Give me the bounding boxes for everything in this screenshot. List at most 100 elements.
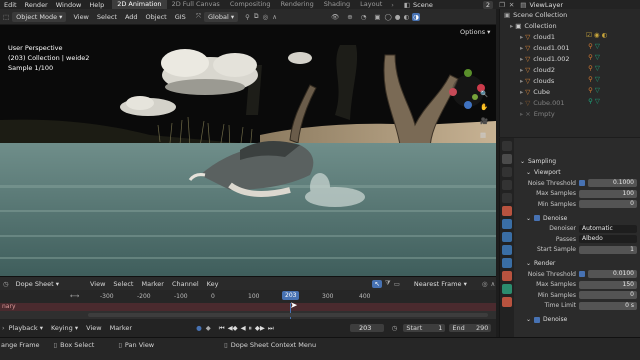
render-min-samples-field[interactable]: 0: [579, 291, 637, 300]
render-noise-threshold-checkbox[interactable]: [579, 271, 585, 278]
filter-icon[interactable]: ⧩: [385, 279, 391, 288]
expand-arrow-icon[interactable]: ▸: [520, 99, 523, 107]
proportional-edit-icon[interactable]: ◎: [263, 13, 269, 21]
dopesheet-menu-select[interactable]: Select: [109, 280, 137, 288]
menu-view[interactable]: View: [69, 13, 92, 21]
render-noise-threshold-field[interactable]: 0.0100: [588, 270, 637, 279]
scene-count-badge[interactable]: 2: [482, 0, 494, 9]
tool-tab-icon[interactable]: [502, 141, 512, 151]
tab-2d-full-canvas[interactable]: 2D Full Canvas: [167, 0, 225, 9]
render-max-samples-field[interactable]: 150: [579, 280, 637, 289]
play-reverse-icon[interactable]: ◀: [241, 324, 246, 332]
menu-render[interactable]: Render: [21, 1, 52, 9]
chevron-right-icon[interactable]: ›: [391, 1, 394, 9]
horizontal-scrollbar[interactable]: [88, 313, 488, 317]
menu-object[interactable]: Object: [142, 13, 171, 21]
view-layer-tab-icon[interactable]: [502, 180, 512, 190]
expand-arrow-icon[interactable]: ▸: [520, 110, 523, 118]
time-limit-field[interactable]: 0 s: [579, 301, 637, 310]
start-frame-field[interactable]: Start 1: [403, 324, 446, 332]
dopesheet-editor-icon[interactable]: ◷: [3, 280, 9, 288]
data-tab-icon[interactable]: [502, 284, 512, 294]
expand-arrow-icon[interactable]: ▸: [520, 77, 523, 85]
gizmo-icon[interactable]: ⊕: [347, 13, 352, 21]
timeline-menu-view[interactable]: View: [82, 324, 105, 332]
outliner-scene-collection[interactable]: ▣ Scene Collection: [500, 9, 640, 20]
tab-2d-animation[interactable]: 2D Animation: [112, 0, 167, 9]
tab-rendering[interactable]: Rendering: [276, 0, 319, 9]
grid-view-icon[interactable]: ▦: [480, 131, 486, 139]
expand-arrow-icon[interactable]: ▸: [520, 55, 523, 63]
noise-threshold-checkbox[interactable]: [579, 180, 585, 187]
editor-type-icon[interactable]: ⬚: [3, 13, 9, 21]
viewport-max-samples-field[interactable]: 100: [579, 189, 637, 198]
passes-dropdown[interactable]: Albedo: [579, 235, 637, 244]
denoise-render-checkbox[interactable]: [534, 316, 541, 323]
sampling-section-header[interactable]: ⌄ Sampling: [516, 156, 640, 167]
menu-edit[interactable]: Edit: [0, 1, 21, 9]
record-icon[interactable]: ●: [196, 324, 202, 332]
dopesheet-mode-dropdown[interactable]: Dope Sheet ▾: [12, 279, 63, 289]
render-subsection-header[interactable]: ⌄ Render: [516, 258, 640, 269]
menu-gis[interactable]: GIS: [171, 13, 190, 21]
material-tab-icon[interactable]: [502, 297, 512, 307]
zoom-icon[interactable]: 🔍: [480, 90, 488, 98]
object-tab-icon[interactable]: [502, 219, 512, 229]
summary-channel-row[interactable]: [0, 303, 496, 311]
scene-name[interactable]: Scene: [413, 1, 433, 9]
close-icon[interactable]: ✕: [509, 1, 514, 9]
expand-arrow-icon[interactable]: ▸: [510, 22, 513, 30]
expand-arrow-icon[interactable]: ▸: [520, 33, 523, 41]
denoise-viewport-checkbox[interactable]: [534, 215, 541, 221]
next-keyframe-icon[interactable]: ◆▶: [255, 324, 265, 332]
ghost-icon[interactable]: ▭: [394, 280, 400, 288]
dopesheet-ruler[interactable]: ⟷ -300-200-1000100200300400 203: [0, 290, 496, 303]
scene-tab-icon[interactable]: [502, 193, 512, 203]
modifier-tab-icon[interactable]: [502, 232, 512, 242]
outliner-checkbox-icon[interactable]: ☑ ◉ ◐: [586, 31, 640, 42]
pan-hand-icon[interactable]: ✋: [480, 103, 488, 111]
transform-orientation-dropdown[interactable]: Global ▾: [204, 11, 239, 22]
jump-end-icon[interactable]: ⏭: [268, 324, 274, 333]
menu-help[interactable]: Help: [85, 1, 108, 9]
shading-wireframe-icon[interactable]: ◯: [385, 13, 392, 21]
xray-icon[interactable]: ▣: [374, 13, 380, 21]
sync-scroll-icon[interactable]: ⟷: [70, 292, 79, 300]
expand-arrow-icon[interactable]: ▸: [520, 44, 523, 52]
world-tab-icon[interactable]: [502, 206, 512, 216]
menu-window[interactable]: Window: [52, 1, 86, 9]
viewport-subsection-header[interactable]: ⌄ Viewport: [516, 167, 640, 178]
menu-select[interactable]: Select: [93, 13, 121, 21]
cursor-select-icon[interactable]: ↖: [372, 279, 382, 288]
viewport-min-samples-field[interactable]: 0: [579, 200, 637, 209]
falloff-curve-icon[interactable]: ∧: [491, 280, 496, 288]
timeline-menu-playback[interactable]: Playback ▾: [5, 324, 47, 332]
proportional-icon[interactable]: ◎: [482, 280, 488, 288]
dopesheet-menu-channel[interactable]: Channel: [168, 280, 203, 288]
timeline-menu-keying[interactable]: Keying ▾: [47, 324, 82, 332]
dopesheet-menu-marker[interactable]: Marker: [137, 280, 167, 288]
timeline-menu-marker[interactable]: Marker: [106, 324, 136, 332]
preview-range-icon[interactable]: ◷: [392, 324, 398, 332]
3d-viewport[interactable]: User Perspective (203) Collection | weid…: [0, 25, 496, 276]
jump-start-icon[interactable]: ⏮: [219, 324, 225, 333]
render-tab-icon[interactable]: [502, 154, 512, 164]
pivot-icon[interactable]: ⚲: [245, 13, 250, 21]
shading-solid-icon[interactable]: ●: [395, 13, 401, 21]
end-frame-field[interactable]: End 290: [449, 324, 492, 332]
snap-icon[interactable]: ⧉: [254, 12, 259, 21]
expand-arrow-icon[interactable]: ▸: [520, 66, 523, 74]
snap-mode-dropdown[interactable]: Nearest Frame ▾: [410, 279, 471, 289]
overlays-icon[interactable]: ◔: [361, 13, 367, 21]
viewport-noise-threshold-field[interactable]: 0.1000: [588, 179, 637, 188]
pause-icon[interactable]: ⏸: [249, 324, 252, 333]
output-tab-icon[interactable]: [502, 167, 512, 177]
menu-add[interactable]: Add: [121, 13, 142, 21]
constraints-tab-icon[interactable]: [502, 271, 512, 281]
particles-tab-icon[interactable]: [502, 245, 512, 255]
tab-shading[interactable]: Shading: [319, 0, 355, 9]
visibility-icon[interactable]: 👁: [331, 13, 339, 21]
copy-icon[interactable]: ❐: [499, 1, 505, 9]
physics-tab-icon[interactable]: [502, 258, 512, 268]
shading-material-icon[interactable]: ◐: [403, 13, 409, 21]
